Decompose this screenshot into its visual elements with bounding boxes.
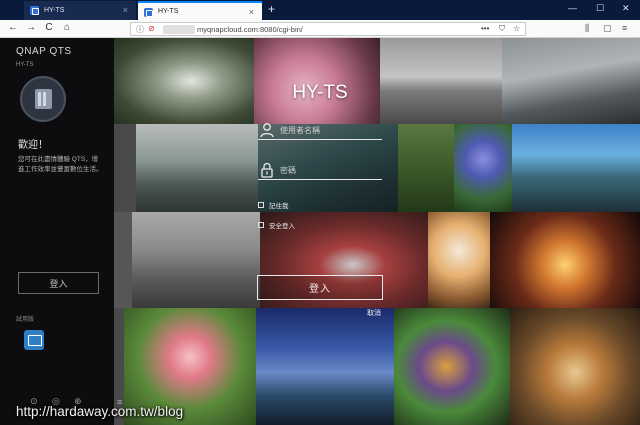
browser-tab-1[interactable]: HY-TS ×: [24, 1, 136, 20]
browser-tab-bar: HY-TS × HY-TS × + — ☐ ✕: [0, 0, 640, 20]
secure-login-label: 安全登入: [269, 223, 295, 230]
trial-label: 試用版: [16, 317, 35, 323]
username-input[interactable]: [280, 123, 380, 137]
photo-edge: [114, 212, 132, 308]
new-tab-button[interactable]: +: [268, 2, 275, 16]
reload-button[interactable]: C: [42, 22, 56, 33]
photo-canal-bw: [132, 212, 260, 308]
welcome-description: 您可在此盡情體驗 QTS，增進工作效率並豐富數位生活。: [18, 156, 103, 173]
address-bar[interactable]: ⓘ ⊘ myqnapcloud.com:8080/cgi-bin/ ••• ⛉ …: [130, 22, 526, 36]
url-text[interactable]: myqnapcloud.com:8080/cgi-bin/: [197, 25, 303, 34]
redacted-hostname: [163, 25, 195, 34]
pocket-icon[interactable]: ⛉: [499, 24, 505, 34]
insecure-lock-icon[interactable]: ⊘: [148, 24, 155, 33]
photo-resort-house: [512, 124, 640, 212]
library-icon[interactable]: ⫼: [585, 23, 589, 34]
checkbox-box[interactable]: [258, 202, 264, 208]
remember-me-checkbox[interactable]: 記住我: [258, 200, 289, 210]
password-input[interactable]: [280, 163, 380, 177]
qnap-favicon-icon: [30, 6, 39, 15]
photo-carousel-night: [490, 212, 640, 308]
nas-device-icon: [20, 76, 66, 122]
remember-me-label: 記住我: [269, 203, 289, 210]
photo-railway: [136, 124, 258, 212]
back-button[interactable]: ←: [6, 22, 20, 33]
nas-title: HY-TS: [292, 82, 348, 103]
brand-name: QNAP QTS: [16, 46, 72, 57]
tab-title: HY-TS: [44, 7, 65, 14]
cancel-link[interactable]: 取消: [367, 308, 381, 318]
photo-edge: [114, 124, 136, 212]
lock-icon: [261, 162, 273, 178]
page-actions-icon[interactable]: •••: [481, 24, 489, 33]
browser-tab-2[interactable]: HY-TS ×: [138, 1, 262, 20]
browser-nav-bar: ← → C ⌂ ⓘ ⊘ myqnapcloud.com:8080/cgi-bin…: [0, 20, 640, 38]
blog-watermark: http://hardaway.com.tw/blog: [16, 404, 184, 419]
photo-ice-cream-cone: [428, 212, 490, 308]
info-icon[interactable]: ⓘ: [136, 24, 144, 35]
photo-pier-bw: [380, 38, 502, 124]
qnap-favicon-icon: [144, 8, 153, 17]
photo-pink-blossoms: [254, 38, 380, 124]
tab-title: HY-TS: [158, 8, 179, 15]
minimize-button[interactable]: —: [568, 3, 577, 13]
tab-close-icon[interactable]: ×: [123, 5, 128, 15]
close-window-button[interactable]: ✕: [622, 3, 630, 14]
sidebar-login-button[interactable]: 登入: [18, 272, 99, 294]
photo-vegetable-dish: [394, 308, 510, 425]
welcome-sidebar: QNAP QTS HY-TS 歡迎！ 您可在此盡情體驗 QTS，增進工作效率並豐…: [0, 38, 114, 425]
qts-login-page: QNAP QTS HY-TS 歡迎！ 您可在此盡情體驗 QTS，增進工作效率並豐…: [0, 38, 640, 425]
photo-seashore-rocks: [502, 38, 640, 124]
photo-dessert-plate: [510, 308, 640, 425]
maximize-button[interactable]: ☐: [596, 3, 604, 14]
hamburger-menu-icon[interactable]: ≡: [622, 23, 627, 33]
photo-white-flower: [114, 38, 254, 124]
sidebar-toggle-icon[interactable]: ▢: [603, 23, 612, 34]
bookmark-star-icon[interactable]: ☆: [513, 24, 520, 33]
tab-close-icon[interactable]: ×: [249, 7, 254, 17]
photo-app-icon[interactable]: [24, 330, 44, 350]
user-icon: [260, 123, 274, 138]
password-field[interactable]: [258, 162, 382, 180]
welcome-heading: 歡迎！: [18, 140, 48, 151]
checkbox-box[interactable]: [258, 222, 264, 228]
host-name: HY-TS: [16, 62, 34, 68]
home-button[interactable]: ⌂: [60, 22, 74, 33]
login-button[interactable]: 登入: [257, 275, 383, 300]
photo-purple-flowers: [454, 124, 512, 212]
secure-login-checkbox[interactable]: 安全登入: [258, 220, 295, 230]
username-field[interactable]: [258, 122, 382, 140]
forward-button[interactable]: →: [24, 22, 38, 33]
photo-blue-sky-sea: [256, 308, 394, 425]
photo-green-trees: [398, 124, 454, 212]
